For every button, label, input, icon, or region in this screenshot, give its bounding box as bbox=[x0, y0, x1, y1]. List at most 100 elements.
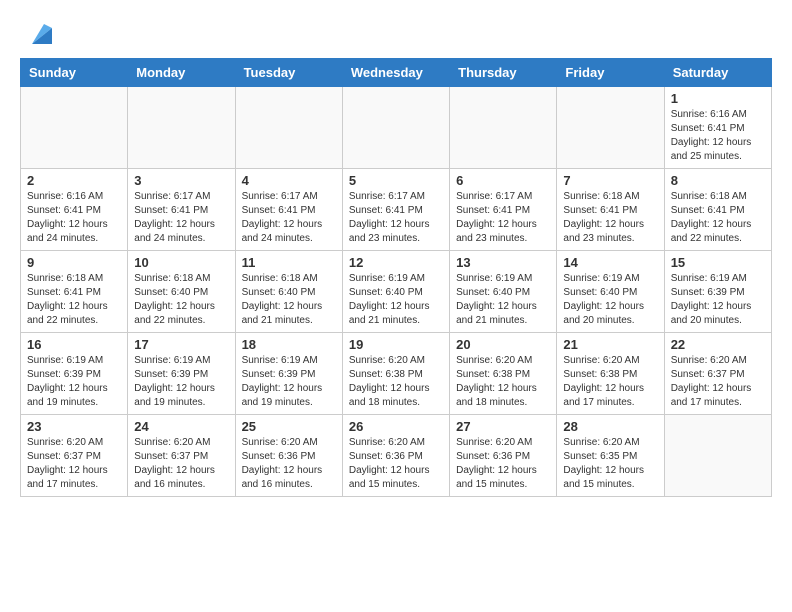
calendar-cell: 10 Sunrise: 6:18 AM Sunset: 6:40 PM Dayli… bbox=[128, 251, 235, 333]
calendar-cell: 20 Sunrise: 6:20 AM Sunset: 6:38 PM Dayli… bbox=[450, 333, 557, 415]
column-header-wednesday: Wednesday bbox=[342, 59, 449, 87]
calendar-header-row: SundayMondayTuesdayWednesdayThursdayFrid… bbox=[21, 59, 772, 87]
day-number: 20 bbox=[456, 337, 550, 352]
column-header-sunday: Sunday bbox=[21, 59, 128, 87]
calendar-cell: 19 Sunrise: 6:20 AM Sunset: 6:38 PM Dayli… bbox=[342, 333, 449, 415]
day-number: 10 bbox=[134, 255, 228, 270]
column-header-tuesday: Tuesday bbox=[235, 59, 342, 87]
calendar-cell bbox=[450, 87, 557, 169]
calendar-cell: 2 Sunrise: 6:16 AM Sunset: 6:41 PM Daylig… bbox=[21, 169, 128, 251]
calendar-cell: 16 Sunrise: 6:19 AM Sunset: 6:39 PM Dayli… bbox=[21, 333, 128, 415]
logo-icon bbox=[24, 20, 52, 48]
calendar-cell: 21 Sunrise: 6:20 AM Sunset: 6:38 PM Dayli… bbox=[557, 333, 664, 415]
calendar-cell: 11 Sunrise: 6:18 AM Sunset: 6:40 PM Dayli… bbox=[235, 251, 342, 333]
calendar-cell: 23 Sunrise: 6:20 AM Sunset: 6:37 PM Dayli… bbox=[21, 415, 128, 497]
calendar-cell: 17 Sunrise: 6:19 AM Sunset: 6:39 PM Dayli… bbox=[128, 333, 235, 415]
calendar-cell bbox=[557, 87, 664, 169]
calendar-cell bbox=[342, 87, 449, 169]
day-info: Sunrise: 6:19 AM Sunset: 6:40 PM Dayligh… bbox=[563, 272, 657, 328]
day-number: 23 bbox=[27, 419, 121, 434]
day-number: 17 bbox=[134, 337, 228, 352]
day-info: Sunrise: 6:17 AM Sunset: 6:41 PM Dayligh… bbox=[242, 190, 336, 246]
calendar-cell: 4 Sunrise: 6:17 AM Sunset: 6:41 PM Daylig… bbox=[235, 169, 342, 251]
day-number: 2 bbox=[27, 173, 121, 188]
day-number: 4 bbox=[242, 173, 336, 188]
day-info: Sunrise: 6:16 AM Sunset: 6:41 PM Dayligh… bbox=[27, 190, 121, 246]
day-number: 11 bbox=[242, 255, 336, 270]
day-info: Sunrise: 6:20 AM Sunset: 6:38 PM Dayligh… bbox=[563, 354, 657, 410]
column-header-thursday: Thursday bbox=[450, 59, 557, 87]
day-info: Sunrise: 6:18 AM Sunset: 6:41 PM Dayligh… bbox=[563, 190, 657, 246]
day-info: Sunrise: 6:20 AM Sunset: 6:38 PM Dayligh… bbox=[456, 354, 550, 410]
page-header bbox=[20, 20, 772, 48]
day-info: Sunrise: 6:19 AM Sunset: 6:39 PM Dayligh… bbox=[27, 354, 121, 410]
day-number: 6 bbox=[456, 173, 550, 188]
week-row-4: 16 Sunrise: 6:19 AM Sunset: 6:39 PM Dayli… bbox=[21, 333, 772, 415]
day-number: 9 bbox=[27, 255, 121, 270]
week-row-2: 2 Sunrise: 6:16 AM Sunset: 6:41 PM Daylig… bbox=[21, 169, 772, 251]
week-row-1: 1 Sunrise: 6:16 AM Sunset: 6:41 PM Daylig… bbox=[21, 87, 772, 169]
calendar-cell: 9 Sunrise: 6:18 AM Sunset: 6:41 PM Daylig… bbox=[21, 251, 128, 333]
calendar-cell: 1 Sunrise: 6:16 AM Sunset: 6:41 PM Daylig… bbox=[664, 87, 771, 169]
day-info: Sunrise: 6:17 AM Sunset: 6:41 PM Dayligh… bbox=[134, 190, 228, 246]
calendar-cell: 18Sunrise: 6:19 AM Sunset: 6:39 PM Dayli… bbox=[235, 333, 342, 415]
day-number: 21 bbox=[563, 337, 657, 352]
calendar-table: SundayMondayTuesdayWednesdayThursdayFrid… bbox=[20, 58, 772, 497]
week-row-3: 9 Sunrise: 6:18 AM Sunset: 6:41 PM Daylig… bbox=[21, 251, 772, 333]
day-number: 24 bbox=[134, 419, 228, 434]
day-number: 28 bbox=[563, 419, 657, 434]
day-info: Sunrise: 6:20 AM Sunset: 6:36 PM Dayligh… bbox=[242, 436, 336, 492]
calendar-cell: 6 Sunrise: 6:17 AM Sunset: 6:41 PM Daylig… bbox=[450, 169, 557, 251]
calendar-cell: 22 Sunrise: 6:20 AM Sunset: 6:37 PM Dayli… bbox=[664, 333, 771, 415]
day-info: Sunrise: 6:19 AM Sunset: 6:40 PM Dayligh… bbox=[456, 272, 550, 328]
calendar-cell: 5 Sunrise: 6:17 AM Sunset: 6:41 PM Daylig… bbox=[342, 169, 449, 251]
calendar-cell: 15 Sunrise: 6:19 AM Sunset: 6:39 PM Dayli… bbox=[664, 251, 771, 333]
week-row-5: 23 Sunrise: 6:20 AM Sunset: 6:37 PM Dayli… bbox=[21, 415, 772, 497]
day-info: Sunrise: 6:20 AM Sunset: 6:36 PM Dayligh… bbox=[349, 436, 443, 492]
day-number: 26 bbox=[349, 419, 443, 434]
day-number: 14 bbox=[563, 255, 657, 270]
day-number: 16 bbox=[27, 337, 121, 352]
column-header-monday: Monday bbox=[128, 59, 235, 87]
day-number: 5 bbox=[349, 173, 443, 188]
day-info: Sunrise: 6:19 AM Sunset: 6:40 PM Dayligh… bbox=[349, 272, 443, 328]
day-number: 12 bbox=[349, 255, 443, 270]
day-info: Sunrise: 6:20 AM Sunset: 6:36 PM Dayligh… bbox=[456, 436, 550, 492]
day-number: 3 bbox=[134, 173, 228, 188]
calendar-cell: 25 Sunrise: 6:20 AM Sunset: 6:36 PM Dayli… bbox=[235, 415, 342, 497]
day-info: Sunrise: 6:19 AM Sunset: 6:39 PM Dayligh… bbox=[134, 354, 228, 410]
day-info: Sunrise: 6:20 AM Sunset: 6:37 PM Dayligh… bbox=[27, 436, 121, 492]
calendar-cell bbox=[21, 87, 128, 169]
day-info: Sunrise: 6:18 AM Sunset: 6:40 PM Dayligh… bbox=[242, 272, 336, 328]
calendar-cell: 26 Sunrise: 6:20 AM Sunset: 6:36 PM Dayli… bbox=[342, 415, 449, 497]
day-info: Sunrise: 6:18 AM Sunset: 6:41 PM Dayligh… bbox=[27, 272, 121, 328]
day-number: 25 bbox=[242, 419, 336, 434]
calendar-cell: 7 Sunrise: 6:18 AM Sunset: 6:41 PM Daylig… bbox=[557, 169, 664, 251]
day-info: Sunrise: 6:19 AM Sunset: 6:39 PM Dayligh… bbox=[242, 354, 336, 410]
calendar-cell: 8Sunrise: 6:18 AM Sunset: 6:41 PM Daylig… bbox=[664, 169, 771, 251]
day-number: 13 bbox=[456, 255, 550, 270]
day-info: Sunrise: 6:20 AM Sunset: 6:38 PM Dayligh… bbox=[349, 354, 443, 410]
day-info: Sunrise: 6:19 AM Sunset: 6:39 PM Dayligh… bbox=[671, 272, 765, 328]
day-number: 7 bbox=[563, 173, 657, 188]
day-number: 27 bbox=[456, 419, 550, 434]
day-info: Sunrise: 6:18 AM Sunset: 6:40 PM Dayligh… bbox=[134, 272, 228, 328]
day-number: 15 bbox=[671, 255, 765, 270]
column-header-saturday: Saturday bbox=[664, 59, 771, 87]
day-number: 22 bbox=[671, 337, 765, 352]
day-info: Sunrise: 6:17 AM Sunset: 6:41 PM Dayligh… bbox=[349, 190, 443, 246]
calendar-cell: 24 Sunrise: 6:20 AM Sunset: 6:37 PM Dayli… bbox=[128, 415, 235, 497]
day-info: Sunrise: 6:20 AM Sunset: 6:37 PM Dayligh… bbox=[134, 436, 228, 492]
day-info: Sunrise: 6:17 AM Sunset: 6:41 PM Dayligh… bbox=[456, 190, 550, 246]
calendar-cell: 27 Sunrise: 6:20 AM Sunset: 6:36 PM Dayli… bbox=[450, 415, 557, 497]
day-info: Sunrise: 6:20 AM Sunset: 6:37 PM Dayligh… bbox=[671, 354, 765, 410]
day-number: 1 bbox=[671, 91, 765, 106]
day-number: 19 bbox=[349, 337, 443, 352]
day-info: Sunrise: 6:20 AM Sunset: 6:35 PM Dayligh… bbox=[563, 436, 657, 492]
calendar-cell bbox=[235, 87, 342, 169]
calendar-cell: 12 Sunrise: 6:19 AM Sunset: 6:40 PM Dayli… bbox=[342, 251, 449, 333]
day-info: Sunrise: 6:16 AM Sunset: 6:41 PM Dayligh… bbox=[671, 108, 765, 164]
calendar-cell: 14 Sunrise: 6:19 AM Sunset: 6:40 PM Dayli… bbox=[557, 251, 664, 333]
calendar-cell: 13 Sunrise: 6:19 AM Sunset: 6:40 PM Dayli… bbox=[450, 251, 557, 333]
day-number: 8 bbox=[671, 173, 765, 188]
